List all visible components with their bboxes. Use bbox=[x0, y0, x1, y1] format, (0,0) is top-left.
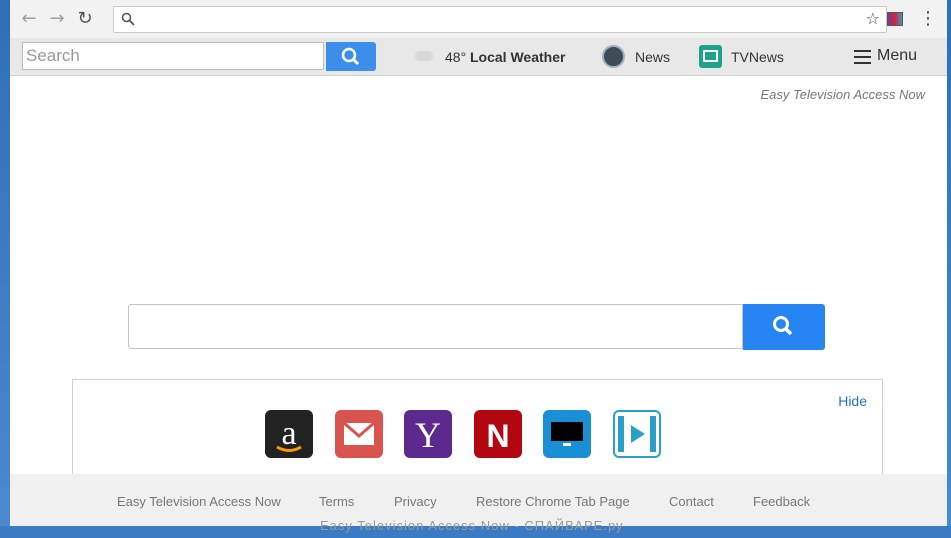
back-button[interactable]: ← bbox=[19, 9, 39, 29]
amazon-icon[interactable]: a bbox=[265, 410, 313, 458]
netflix-icon[interactable]: N bbox=[474, 410, 522, 458]
star-icon[interactable]: ☆ bbox=[866, 9, 880, 28]
brand-title: Easy Television Access Now bbox=[760, 87, 926, 102]
svg-text:Y: Y bbox=[415, 415, 441, 455]
footer-link-brand[interactable]: Easy Television Access Now bbox=[117, 494, 281, 509]
main-search-input[interactable] bbox=[128, 304, 743, 349]
cloud-icon bbox=[415, 51, 433, 61]
forward-button[interactable]: → bbox=[47, 9, 67, 29]
watermark-text: Easy Television Access Now - СПАЙВАРЕ.ру bbox=[320, 518, 624, 533]
window-bottom-edge: Easy Television Access Now - СПАЙВАРЕ.ру bbox=[0, 518, 951, 538]
search-icon bbox=[773, 316, 793, 336]
toolbar-search-button[interactable] bbox=[326, 42, 376, 71]
footer-link-privacy[interactable]: Privacy bbox=[394, 494, 437, 509]
hide-link[interactable]: Hide bbox=[838, 393, 867, 409]
search-icon bbox=[341, 47, 360, 66]
kebab-icon[interactable]: ⋮ bbox=[919, 8, 937, 29]
reload-button[interactable]: ↻ bbox=[75, 9, 95, 29]
toolbar-search-input[interactable]: Search bbox=[22, 42, 324, 70]
weather-link[interactable]: Local Weather bbox=[470, 49, 565, 65]
news-icon[interactable] bbox=[602, 45, 625, 68]
shortcut-panel: Hide a Y N bbox=[72, 379, 883, 474]
footer-link-feedback[interactable]: Feedback bbox=[753, 494, 810, 509]
extension-icon[interactable] bbox=[887, 12, 903, 26]
page-content: Easy Television Access Now Hide a Y N bbox=[10, 76, 947, 474]
tv-glyph-icon bbox=[703, 50, 718, 62]
video-icon[interactable] bbox=[613, 410, 661, 458]
search-icon bbox=[121, 12, 135, 26]
yahoo-icon[interactable]: Y bbox=[404, 410, 452, 458]
monitor-icon[interactable] bbox=[543, 410, 591, 458]
svg-text:N: N bbox=[486, 418, 509, 454]
svg-text:a: a bbox=[281, 415, 296, 452]
tv-icon[interactable] bbox=[699, 45, 722, 68]
footer-link-terms[interactable]: Terms bbox=[319, 494, 354, 509]
address-bar[interactable]: ☆ bbox=[113, 6, 887, 33]
tvnews-link[interactable]: TVNews bbox=[731, 49, 784, 65]
footer-link-restore[interactable]: Restore Chrome Tab Page bbox=[476, 494, 630, 509]
footer-link-contact[interactable]: Contact bbox=[669, 494, 714, 509]
main-search-button[interactable] bbox=[743, 304, 825, 350]
menu-button[interactable]: Menu bbox=[877, 47, 917, 65]
weather-temperature[interactable]: 48° bbox=[445, 49, 466, 65]
browser-top-bar: ← → ↻ ☆ ⋮ bbox=[10, 0, 947, 39]
extension-toolbar: Search 48° Local Weather News TVNews Men… bbox=[10, 38, 947, 76]
news-link[interactable]: News bbox=[635, 49, 670, 65]
mail-icon[interactable] bbox=[335, 410, 383, 458]
hamburger-icon[interactable] bbox=[854, 50, 871, 68]
